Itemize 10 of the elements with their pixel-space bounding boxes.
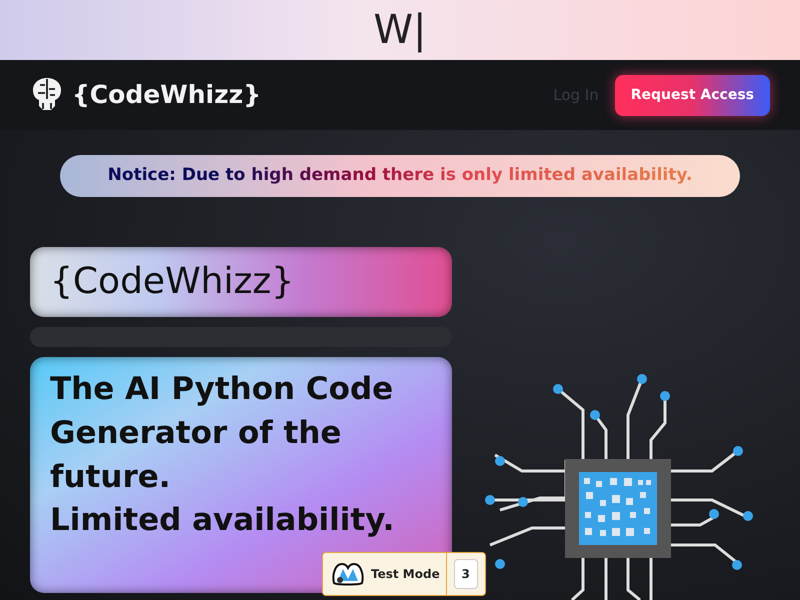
brand-name: {CodeWhizz}	[72, 79, 262, 112]
count-badge: 3	[454, 559, 478, 589]
typed-text: W|	[373, 10, 427, 50]
hero-title: {CodeWhizz}	[50, 260, 294, 304]
test-mode-label: Test Mode	[371, 566, 440, 583]
test-mode-badge[interactable]: Test Mode 3	[322, 552, 486, 596]
request-access-button[interactable]: Request Access	[614, 74, 770, 116]
logo-icon	[331, 561, 365, 587]
hero-subline: Limited availability.	[50, 501, 396, 540]
hero-headline: The AI Python Code Generator of the future.	[50, 370, 394, 497]
